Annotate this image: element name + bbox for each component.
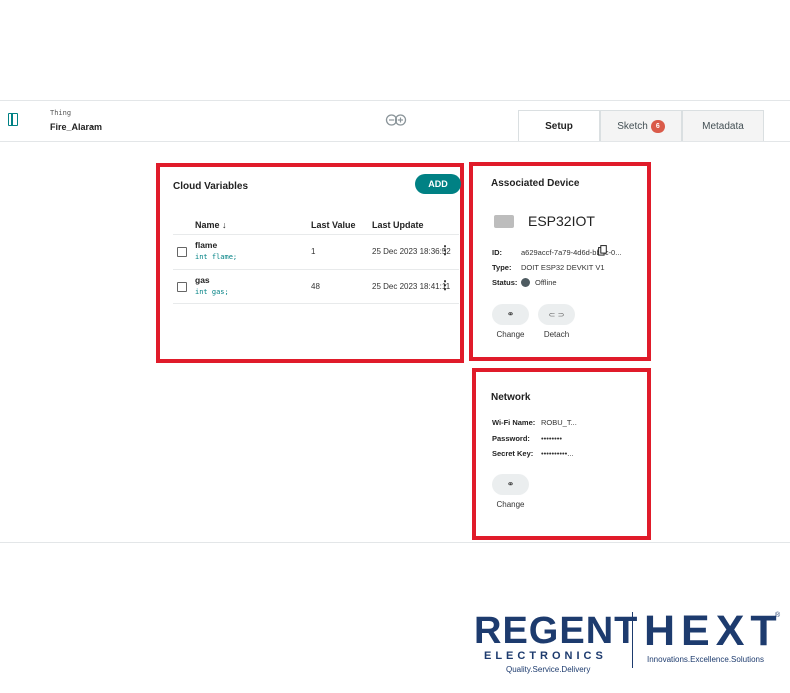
secret-key-value: ••••••••••... [541, 449, 574, 458]
device-type-value: DOIT ESP32 DEVKIT V1 [521, 263, 605, 272]
cloud-variables-title: Cloud Variables [173, 181, 249, 192]
change-device-label[interactable]: Change [492, 330, 529, 339]
tab-sketch-label: Sketch [617, 120, 648, 132]
thing-label: Thing [50, 109, 72, 117]
regent-logo: REGENT [474, 610, 639, 652]
row-checkbox[interactable] [177, 247, 187, 257]
logo-divider [632, 612, 633, 668]
link-icon: ⚭ [506, 309, 515, 320]
header-top-divider [0, 100, 790, 101]
device-status-key: Status: [492, 278, 518, 287]
tab-bar: Setup Sketch 6 Metadata [518, 110, 764, 141]
variable-name[interactable]: flame [195, 240, 217, 250]
secret-key-key: Secret Key: [492, 449, 534, 458]
status-dot-icon [521, 278, 530, 287]
arduino-logo-icon [385, 114, 407, 126]
row-more-icon[interactable]: ⋮ [439, 279, 451, 291]
sort-arrow-icon: ↓ [222, 220, 227, 230]
variable-last-value: 1 [311, 247, 316, 256]
link-icon: ⚭ [506, 479, 515, 490]
tab-metadata[interactable]: Metadata [682, 110, 764, 141]
hext-logo: HEXT [644, 607, 783, 655]
wifi-name-key: Wi-Fi Name: [492, 418, 536, 427]
tab-metadata-label: Metadata [702, 120, 744, 132]
chevron-down-icon[interactable]: ▾ [91, 124, 94, 131]
tab-setup-label: Setup [545, 120, 573, 132]
variable-name[interactable]: gas [195, 275, 210, 285]
variable-declaration: int gas; [195, 288, 229, 296]
thing-name-dropdown[interactable]: Fire_Alaram [50, 122, 102, 132]
tab-sketch[interactable]: Sketch 6 [600, 110, 682, 141]
wifi-name-value: ROBU_T... [541, 418, 577, 427]
network-card: Network Wi-Fi Name: ROBU_T... Password: … [472, 368, 651, 540]
table-row-divider [173, 269, 459, 270]
device-id-key: ID: [492, 248, 502, 257]
table-row-divider [173, 303, 459, 304]
tab-setup[interactable]: Setup [518, 110, 600, 141]
row-more-icon[interactable]: ⋮ [439, 244, 451, 256]
device-board-icon [494, 215, 514, 228]
password-key: Password: [492, 434, 530, 443]
header-bottom-divider [0, 141, 790, 142]
device-name: ESP32IOT [528, 213, 595, 229]
regent-tagline: Quality.Service.Delivery [506, 665, 591, 674]
sidebar-toggle-icon[interactable] [8, 113, 18, 126]
column-header-last-update: Last Update [372, 220, 424, 230]
sketch-badge: 6 [650, 119, 665, 133]
hext-tagline: Innovations.Excellence.Solutions [647, 655, 764, 664]
change-network-label[interactable]: Change [492, 500, 529, 509]
copy-icon[interactable] [598, 245, 607, 256]
variable-last-value: 48 [311, 282, 320, 291]
row-checkbox[interactable] [177, 282, 187, 292]
change-network-button[interactable]: ⚭ [492, 474, 529, 495]
column-header-last-value: Last Value [311, 220, 356, 230]
variable-declaration: int flame; [195, 253, 238, 261]
cloud-variables-card: Cloud Variables ADD Name ↓ Last Value La… [156, 163, 464, 363]
associated-device-title: Associated Device [491, 178, 580, 189]
device-status-value: Offline [535, 278, 557, 287]
detach-device-button[interactable]: ⸦⸧ [538, 304, 575, 325]
content-bottom-divider [0, 542, 790, 543]
table-header-divider [173, 234, 459, 235]
regent-logo-subtitle: ELECTRONICS [484, 650, 607, 662]
change-device-button[interactable]: ⚭ [492, 304, 529, 325]
add-variable-button[interactable]: ADD [415, 174, 461, 194]
associated-device-card: Associated Device ESP32IOT ID: a629accf-… [469, 162, 651, 361]
unlink-icon: ⸦⸧ [547, 311, 566, 321]
column-header-name[interactable]: Name ↓ [195, 220, 227, 230]
password-value: •••••••• [541, 434, 563, 443]
network-title: Network [491, 392, 531, 403]
registered-mark: ® [775, 612, 781, 619]
detach-device-label[interactable]: Detach [538, 330, 575, 339]
device-type-key: Type: [492, 263, 512, 272]
column-name-label: Name [195, 220, 220, 230]
